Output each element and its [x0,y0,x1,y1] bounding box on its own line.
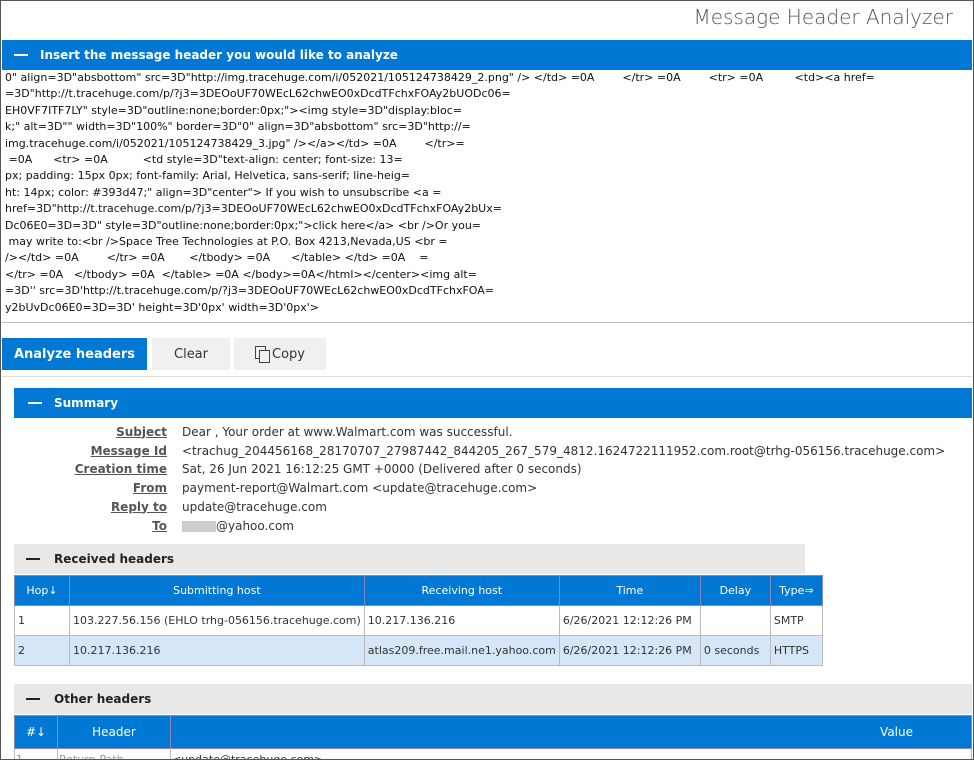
to-domain: @yahoo.com [216,518,294,533]
received-headers-header[interactable]: Received headers [14,544,805,574]
summary-row-message-id: Message Id <trachug_204456168_28170707_2… [14,441,964,460]
table-row[interactable]: 1 Return-Path <update@tracehuge.com> [14,748,972,759]
column-header-header[interactable]: Header [57,715,171,749]
column-header-hop[interactable]: Hop↓ [14,575,70,606]
type-cell: SMTP [769,605,823,636]
header-input-textarea[interactable]: 0" align=3D"absbottom" src=3D"http://img… [2,70,973,323]
summary-header[interactable]: Summary [14,388,972,418]
redacted-block [182,520,216,532]
summary-label[interactable]: Reply to [14,500,182,514]
submitting-host-cell: 10.217.136.216 [69,635,365,666]
summary-row-subject: Subject Dear , Your order at www.Walmart… [14,422,964,441]
summary-value: <trachug_204456168_28170707_27987442_844… [182,443,946,458]
summary-label[interactable]: Message Id [14,444,182,458]
collapse-icon[interactable] [26,698,40,700]
submitting-host-cell: 103.227.56.156 (EHLO trhg-056156.tracehu… [69,605,365,636]
received-headers-table: Hop↓ Submitting host Receiving host Time… [14,575,823,666]
summary-label[interactable]: From [14,481,182,495]
app-window: Message Header Analyzer Insert the messa… [0,0,974,760]
number-cell: 1 [14,748,58,759]
results-area[interactable]: Summary Subject Dear , Your order at www… [2,376,972,759]
column-header-type[interactable]: Type⇒ [769,575,823,606]
column-header-time[interactable]: Time [558,575,701,606]
header-name-cell: Return-Path [57,748,171,759]
input-section-title: Insert the message header you would like… [40,48,398,62]
app-title: Message Header Analyzer [693,5,953,29]
summary-title: Summary [54,396,119,410]
hop-cell: 1 [14,605,70,636]
table-header-row: #↓ Header Value [14,715,972,749]
copy-button[interactable]: Copy [234,338,326,370]
column-header-delay[interactable]: Delay [699,575,771,606]
other-headers-table: #↓ Header Value 1 Return-Path <update@tr… [14,715,972,759]
summary-row-to: To @yahoo.com [14,516,964,535]
collapse-icon[interactable] [14,54,28,56]
summary-row-creation-time: Creation time Sat, 26 Jun 2021 16:12:25 … [14,459,964,478]
summary-value: @yahoo.com [182,519,294,533]
receiving-host-cell: atlas209.free.mail.ne1.yahoo.com [363,635,560,666]
summary-label[interactable]: Subject [14,425,182,439]
received-headers-title: Received headers [54,552,175,566]
header-value-cell: <update@tracehuge.com> [170,748,972,759]
other-headers-title: Other headers [54,692,152,706]
copy-icon [255,345,270,363]
delay-cell [699,605,771,636]
hop-cell: 2 [14,635,70,666]
copy-button-label: Copy [272,346,305,362]
column-header-submitting-host[interactable]: Submitting host [69,575,365,606]
column-header-receiving-host[interactable]: Receiving host [363,575,560,606]
clear-button[interactable]: Clear [152,338,230,370]
summary-label[interactable]: Creation time [14,462,182,476]
summary-row-from: From payment-report@Walmart.com <update@… [14,478,964,497]
table-row[interactable]: 1 103.227.56.156 (EHLO trhg-056156.trace… [14,605,823,636]
summary-label[interactable]: To [14,519,182,533]
column-header-value[interactable]: Value [170,715,972,749]
summary-value: Sat, 26 Jun 2021 16:12:25 GMT +0000 (Del… [182,461,582,476]
receiving-host-cell: 10.217.136.216 [363,605,560,636]
type-cell: HTTPS [769,635,823,666]
table-header-row: Hop↓ Submitting host Receiving host Time… [14,575,823,606]
collapse-icon[interactable] [26,558,40,560]
table-row[interactable]: 2 10.217.136.216 atlas209.free.mail.ne1.… [14,635,823,666]
time-cell: 6/26/2021 12:12:26 PM [558,605,701,636]
time-cell: 6/26/2021 12:12:26 PM [558,635,701,666]
delay-cell: 0 seconds [699,635,771,666]
input-section-header[interactable]: Insert the message header you would like… [2,40,972,70]
summary-value: payment-report@Walmart.com <update@trace… [182,480,538,495]
other-headers-header[interactable]: Other headers [14,684,972,714]
summary-value: update@tracehuge.com [182,499,327,514]
summary-value: Dear , Your order at www.Walmart.com was… [182,424,513,439]
collapse-icon[interactable] [28,402,42,404]
column-header-number[interactable]: #↓ [14,715,58,749]
summary-row-reply-to: Reply to update@tracehuge.com [14,497,964,516]
analyze-headers-button[interactable]: Analyze headers [2,338,147,370]
